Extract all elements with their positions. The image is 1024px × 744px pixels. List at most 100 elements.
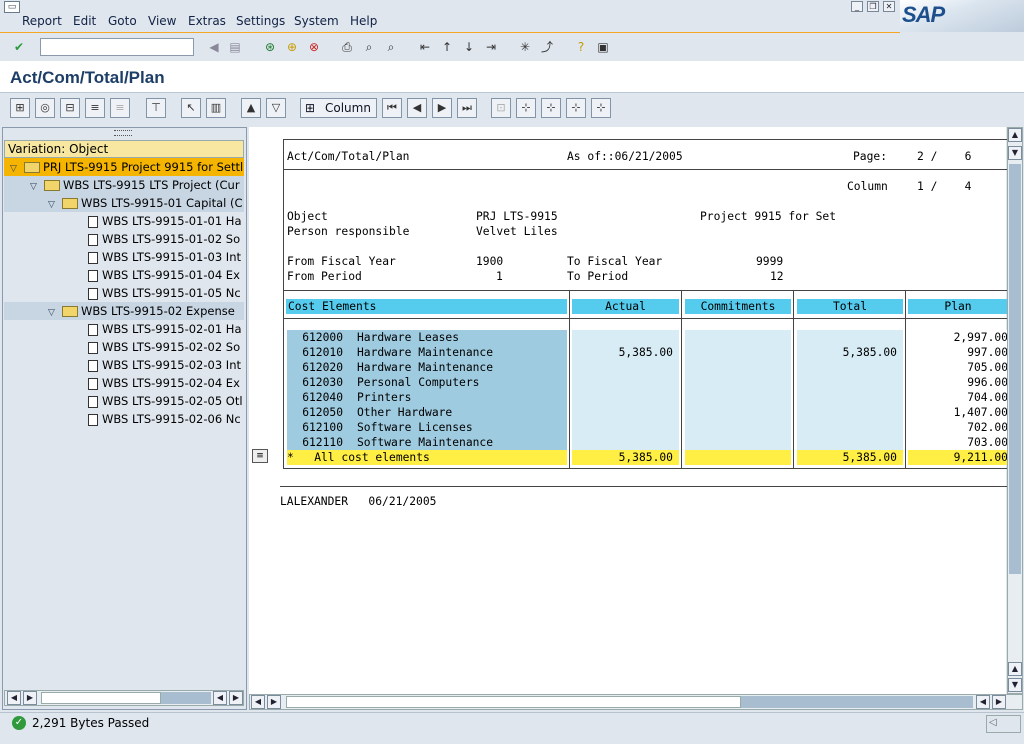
first-page-icon[interactable]: ⇤ [416,38,434,56]
total-actual[interactable]: 5,385.00 [572,450,679,465]
tree-node-project[interactable]: ▽ PRJ LTS-9915 Project 9915 for Settl [4,158,244,176]
commitments-cell[interactable] [685,405,791,420]
find-icon[interactable]: ⌕ [360,38,378,56]
menu-extras[interactable]: Extras [188,14,226,28]
total-plan[interactable]: 9,211.00 [908,450,1008,465]
plan-cell[interactable]: 997.00 [908,345,1008,360]
expand-subtree-icon[interactable]: ⊹ [566,98,586,118]
header-total[interactable]: Total [797,299,903,314]
tree-node-leaf[interactable]: WBS LTS-9915-02-05 Otl [4,392,244,410]
layout-menu-icon[interactable]: ▣ [594,38,612,56]
scroll-right-icon[interactable]: ▶ [992,695,1006,709]
column-button[interactable]: ⊞ Column [300,98,377,118]
cost-element-row[interactable]: 612050 Other Hardware [287,405,567,420]
menu-edit[interactable]: Edit [73,14,96,28]
first-column-icon[interactable]: ⏮ [382,98,402,118]
collapse-subtree-icon[interactable]: ⊹ [591,98,611,118]
scroll-left-icon[interactable]: ◀ [976,695,990,709]
tree-node-leaf[interactable]: WBS LTS-9915-02-03 Int [4,356,244,374]
commitments-cell[interactable] [685,330,791,345]
commitments-cell[interactable] [685,435,791,450]
commitments-cell[interactable] [685,345,791,360]
commitments-cell[interactable] [685,360,791,375]
help-icon[interactable]: ? [572,38,590,56]
cost-element-row[interactable]: 612020 Hardware Maintenance [287,360,567,375]
last-page-icon[interactable]: ⇥ [482,38,500,56]
enter-check-icon[interactable]: ✔ [10,38,28,56]
scroll-left-icon[interactable]: ◀ [7,691,21,705]
tree-node-leaf[interactable]: WBS LTS-9915-02-01 Ha [4,320,244,338]
shortcut-icon[interactable]: ⤴ [538,38,556,56]
total-cell[interactable]: 5,385.00 [797,345,903,360]
scroll-thumb[interactable] [1009,164,1021,574]
menu-system[interactable]: System [294,14,339,28]
expand-triangle-icon[interactable]: ▽ [48,304,62,320]
context-menu-icon[interactable]: ≡ [252,449,268,463]
tree-expand-icon[interactable]: ⊞ [10,98,30,118]
columns-icon[interactable]: ▥ [206,98,226,118]
expand-triangle-icon[interactable]: ▽ [30,178,44,194]
menu-help[interactable]: Help [350,14,377,28]
previous-page-icon[interactable]: ↑ [438,38,456,56]
tree-node-wbs-capital[interactable]: ▽ WBS LTS-9915-01 Capital (C [4,194,244,212]
total-total[interactable]: 5,385.00 [797,450,903,465]
expand-triangle-icon[interactable]: ▽ [48,196,62,212]
total-cell[interactable] [797,360,903,375]
tree-node-wbs[interactable]: ▽ WBS LTS-9915 LTS Project (Cur [4,176,244,194]
commitments-cell[interactable] [685,390,791,405]
filter-report-icon[interactable]: ⊤ [146,98,166,118]
actual-cell[interactable] [572,405,679,420]
total-cell[interactable] [797,375,903,390]
minimize-icon[interactable]: _ [851,1,863,12]
scroll-left-icon[interactable]: ◀ [251,695,265,709]
scroll-thumb[interactable] [741,696,973,708]
scroll-up-icon[interactable]: ▲ [1008,128,1022,142]
sort-ascending-icon[interactable]: ▲ [241,98,261,118]
tree-node-wbs-expense[interactable]: ▽ WBS LTS-9915-02 Expense [4,302,244,320]
cost-element-row[interactable]: 612100 Software Licenses [287,420,567,435]
total-cell[interactable] [797,405,903,420]
window-menu-icon[interactable]: ▭ [4,1,20,13]
find-next-icon[interactable]: ⌕ [382,38,400,56]
print-icon[interactable]: ⎙ [338,38,356,56]
menu-settings[interactable]: Settings [236,14,285,28]
scroll-down-icon[interactable]: ▼ [1008,678,1022,692]
plan-cell[interactable]: 705.00 [908,360,1008,375]
plan-cell[interactable]: 2,997.00 [908,330,1008,345]
actual-cell[interactable] [572,390,679,405]
menu-view[interactable]: View [148,14,176,28]
actual-cell[interactable] [572,375,679,390]
plan-cell[interactable]: 1,407.00 [908,405,1008,420]
total-cell[interactable] [797,330,903,345]
expand-structure-icon[interactable]: ⊹ [516,98,536,118]
plan-cell[interactable]: 704.00 [908,390,1008,405]
cost-element-row[interactable]: 612110 Software Maintenance [287,435,567,450]
total-cell[interactable] [797,390,903,405]
menu-report[interactable]: Report [22,14,62,28]
report-vertical-scrollbar[interactable]: ▲ ▼ ▲ ▼ [1007,127,1023,694]
command-field[interactable] [40,38,194,56]
scroll-right-icon[interactable]: ▶ [229,691,243,705]
tree-node-leaf[interactable]: WBS LTS-9915-02-04 Ex [4,374,244,392]
total-row-label[interactable]: * All cost elements [287,450,567,465]
tree-node-leaf[interactable]: WBS LTS-9915-02-06 Nc [4,410,244,428]
hierarchy-icon[interactable]: ⊟ [60,98,80,118]
status-info-toggle[interactable]: ◁ [986,715,1021,733]
restore-icon[interactable]: ❐ [867,1,879,12]
header-cost-elements[interactable]: Cost Elements [286,299,567,314]
scroll-right-icon[interactable]: ▶ [23,691,37,705]
filter-icon[interactable]: ▽ [266,98,286,118]
total-cell[interactable] [797,435,903,450]
page-down-icon[interactable]: ▲ [1008,662,1022,676]
scroll-right-icon[interactable]: ▶ [267,695,281,709]
exit-icon[interactable]: ⊕ [283,38,301,56]
previous-column-icon[interactable]: ◀ [407,98,427,118]
total-cell[interactable] [797,420,903,435]
plan-cell[interactable]: 702.00 [908,420,1008,435]
last-column-icon[interactable]: ⏭ [457,98,477,118]
collapse-structure-icon[interactable]: ⊹ [541,98,561,118]
actual-cell[interactable] [572,420,679,435]
cost-element-row[interactable]: 612040 Printers [287,390,567,405]
create-session-icon[interactable]: ✳ [516,38,534,56]
expand-triangle-icon[interactable]: ▽ [10,160,24,176]
